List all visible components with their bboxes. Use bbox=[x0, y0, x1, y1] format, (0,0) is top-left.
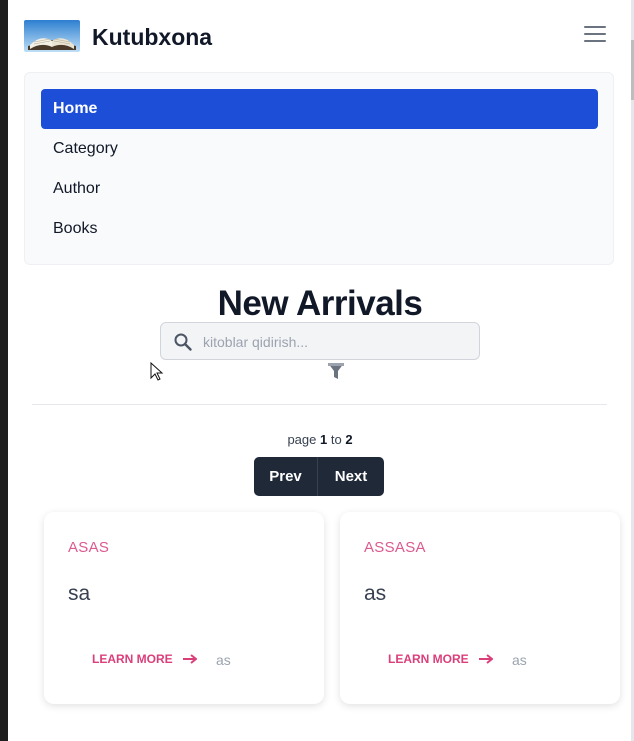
window-left-edge bbox=[0, 0, 8, 741]
mouse-cursor-icon bbox=[150, 362, 164, 381]
nav-menu: Home Category Author Books bbox=[24, 72, 614, 265]
arrow-right-icon bbox=[478, 654, 493, 664]
page-prefix: page bbox=[287, 432, 317, 447]
page-separator: to bbox=[330, 432, 342, 447]
learn-more-link[interactable]: LEARN MORE bbox=[388, 652, 493, 666]
learn-more-label: LEARN MORE bbox=[92, 652, 173, 666]
filter-icon[interactable] bbox=[326, 361, 346, 381]
search-box bbox=[160, 322, 480, 360]
hamburger-menu-icon[interactable] bbox=[584, 26, 606, 46]
nav-item-home[interactable]: Home bbox=[41, 89, 598, 129]
page-indicator: page 1 to 2 bbox=[0, 432, 634, 447]
card-title: sa bbox=[68, 582, 91, 605]
brand-name[interactable]: Kutubxona bbox=[92, 24, 212, 51]
search-icon bbox=[174, 333, 192, 351]
card-meta: as bbox=[512, 652, 527, 668]
nav-item-category[interactable]: Category bbox=[41, 129, 598, 169]
nav-item-books[interactable]: Books bbox=[41, 209, 598, 249]
navbar: Kutubxona bbox=[24, 18, 610, 58]
open-book-logo-icon[interactable] bbox=[24, 20, 80, 52]
arrow-right-icon bbox=[182, 654, 197, 664]
card-meta: as bbox=[216, 652, 231, 668]
next-button[interactable]: Next bbox=[318, 457, 384, 496]
pagination-controls: Prev Next bbox=[254, 457, 384, 496]
prev-button[interactable]: Prev bbox=[254, 457, 318, 496]
page-title: New Arrivals bbox=[217, 284, 423, 323]
card-category: ASSASA bbox=[364, 539, 426, 556]
book-card: ASSASA as LEARN MORE as bbox=[340, 512, 620, 704]
search-input[interactable] bbox=[201, 329, 475, 355]
section-divider bbox=[32, 404, 607, 405]
page-current: 1 bbox=[319, 432, 328, 447]
card-title: as bbox=[364, 582, 387, 605]
nav-item-author[interactable]: Author bbox=[41, 169, 598, 209]
book-card: ASAS sa LEARN MORE as bbox=[44, 512, 324, 704]
card-category: ASAS bbox=[68, 539, 110, 556]
learn-more-label: LEARN MORE bbox=[388, 652, 469, 666]
page-total: 2 bbox=[345, 432, 353, 447]
learn-more-link[interactable]: LEARN MORE bbox=[92, 652, 197, 666]
